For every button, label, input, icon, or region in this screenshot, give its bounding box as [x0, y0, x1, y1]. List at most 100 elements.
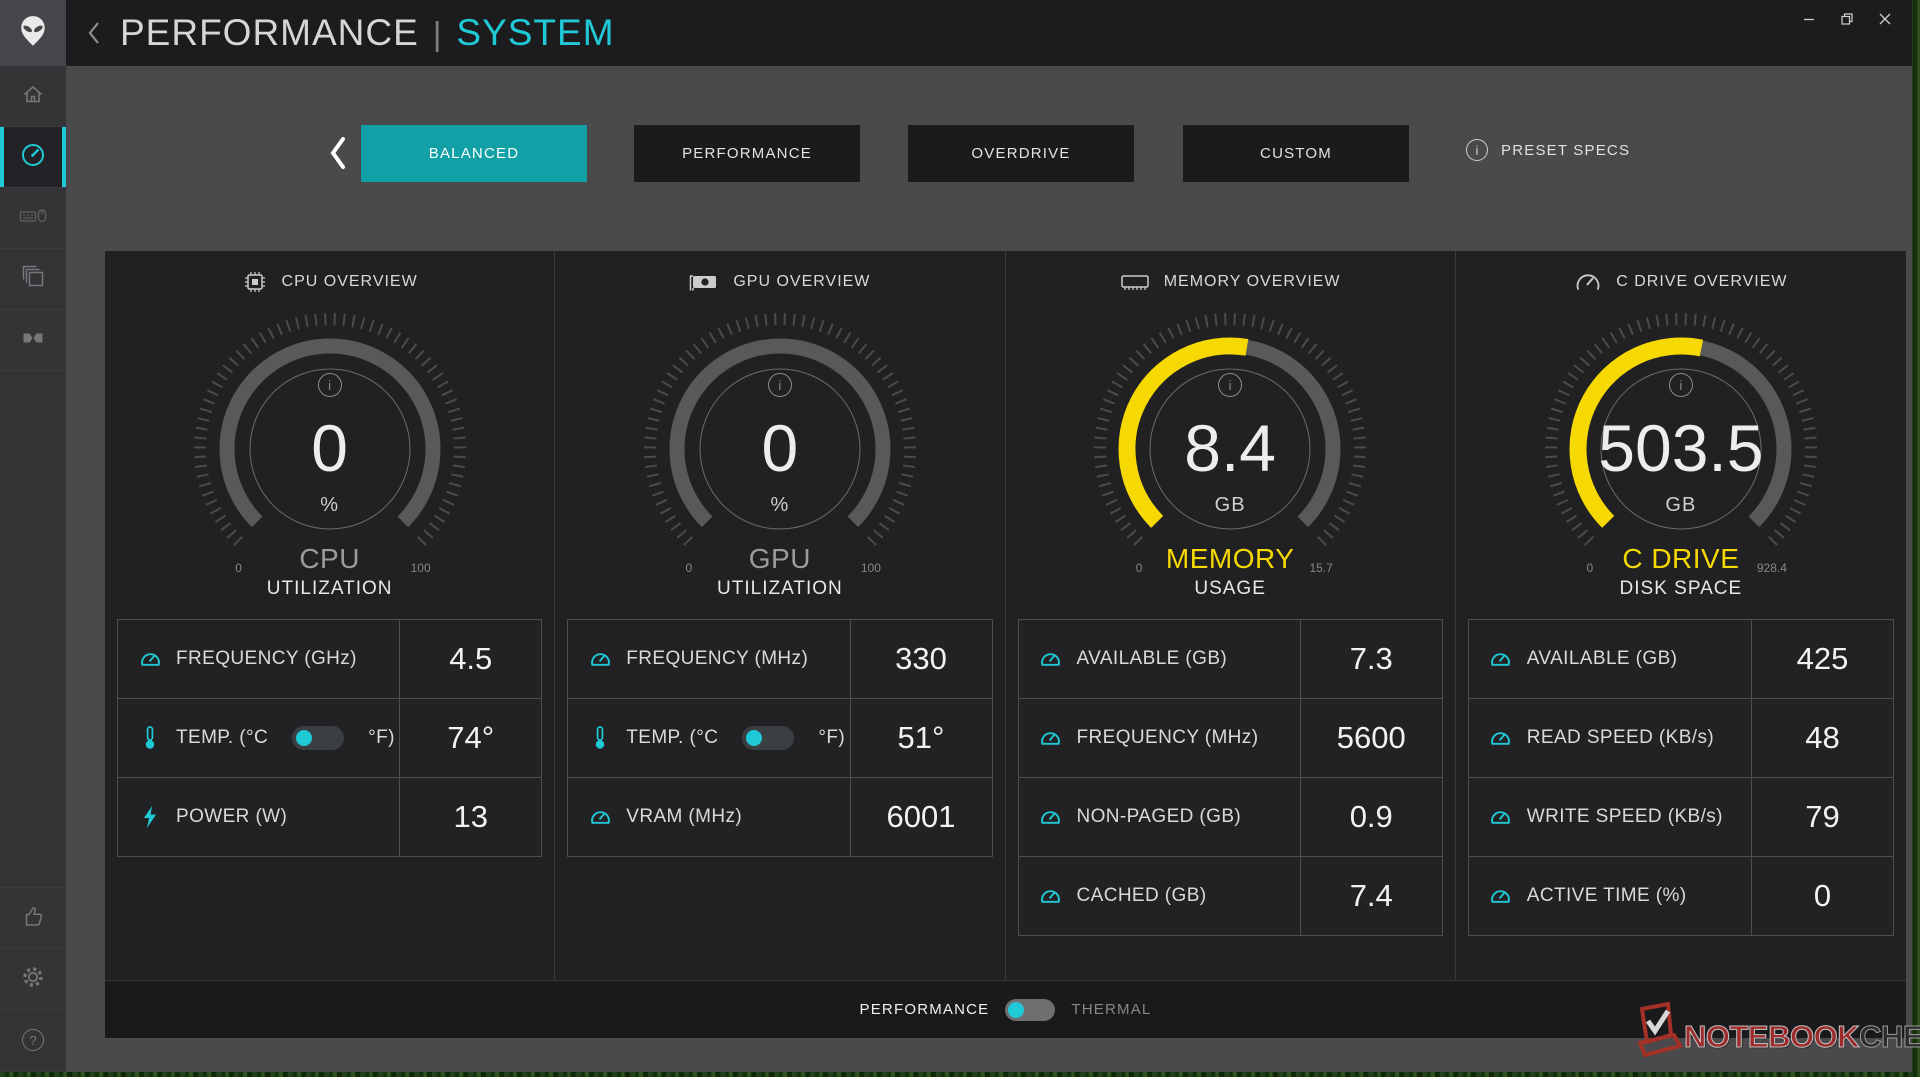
cdrive-gauge: i 503.5 GB C DRIVE DISK SPACE 0 928.4: [1541, 309, 1821, 605]
thumbs-up-icon: [21, 904, 45, 933]
performance-thermal-toggle[interactable]: [1005, 998, 1056, 1021]
drive-gauge-icon: [1574, 270, 1602, 294]
preset-button-balanced[interactable]: BALANCED: [361, 125, 587, 182]
gauge-icon: [588, 806, 612, 829]
gauge-min-label: 0: [1586, 561, 1594, 575]
row-value: 425: [1751, 619, 1894, 699]
performance-mode-label: PERFORMANCE: [859, 1001, 990, 1018]
thermometer-icon: [588, 725, 612, 751]
preset-button-overdrive[interactable]: OVERDRIVE: [908, 125, 1134, 182]
row-value: 7.3: [1299, 619, 1443, 699]
cpu-gauge: i 0 % CPU UTILIZATION 0 100: [190, 309, 470, 605]
section-title: MEMORY OVERVIEW: [1163, 273, 1341, 290]
gauge-unit: %: [770, 494, 790, 516]
row-label: AVAILABLE (GB): [1526, 648, 1678, 669]
table-row: VRAM (MHz) 6001: [567, 777, 993, 857]
sidebar-item-logo[interactable]: [0, 0, 66, 66]
minimize-button[interactable]: [1790, 0, 1828, 38]
row-value: 79: [1751, 777, 1894, 857]
cpu-overview-column: CPU OVERVIEW i 0 % CPU UTILIZATION 0 100…: [105, 251, 556, 980]
row-label-suffix: °F): [368, 727, 395, 748]
table-row: FREQUENCY (MHz) 330: [567, 619, 993, 699]
row-label: CACHED (GB): [1076, 885, 1207, 906]
row-value: 74°: [399, 698, 543, 778]
row-value: 0.9: [1299, 777, 1443, 857]
gauge-icon: [1039, 648, 1063, 671]
settings-gear-icon: [21, 965, 45, 994]
gpu-overview-header: GPU OVERVIEW: [555, 269, 1004, 295]
row-label: FREQUENCY (MHz): [1076, 727, 1259, 748]
gpu-stats-table: FREQUENCY (MHz) 330 TEMP. (°C °F) 51° VRAM (M…: [567, 619, 993, 857]
sidebar-item-alienfx[interactable]: [0, 310, 66, 371]
gpu-gauge: i 0 % GPU UTILIZATION 0 100: [640, 309, 920, 605]
table-row: FREQUENCY (MHz) 5600: [1017, 698, 1443, 778]
row-value: 330: [849, 619, 993, 699]
peripherals-icon: [19, 204, 47, 233]
cdrive-overview-column: C DRIVE OVERVIEW i 503.5 GB C DRIVE DISK…: [1456, 251, 1906, 980]
row-label: FREQUENCY (MHz): [626, 648, 809, 669]
restore-button[interactable]: [1828, 0, 1866, 38]
row-label: ACTIVE TIME (%): [1526, 885, 1687, 906]
gauge-icon: [1489, 727, 1513, 750]
row-label: FREQUENCY (GHz): [176, 648, 357, 669]
gauge-value: 0: [761, 411, 799, 485]
gauge-info-icon[interactable]: i: [1218, 373, 1243, 397]
sidebar-item-feedback[interactable]: [0, 888, 66, 949]
sidebar-item-help[interactable]: ?: [0, 1010, 66, 1071]
memory-overview-header: MEMORY OVERVIEW: [1006, 269, 1455, 295]
page-title-right: SYSTEM: [456, 12, 615, 53]
section-title: CPU OVERVIEW: [281, 273, 418, 290]
preset-back-chevron-icon[interactable]: [328, 135, 348, 176]
page-title: PERFORMANCE | SYSTEM: [120, 12, 615, 54]
gauge-icon: [588, 648, 612, 671]
preset-specs[interactable]: i PRESET SPECS: [1466, 139, 1630, 161]
sidebar-item-performance[interactable]: [0, 127, 66, 188]
sidebar-item-home[interactable]: [0, 66, 66, 127]
preset-row: BALANCED PERFORMANCE OVERDRIVE CUSTOM i …: [66, 125, 1912, 182]
gauge-max-label: 15.7: [1309, 561, 1333, 575]
sidebar-item-peripherals[interactable]: [0, 188, 66, 249]
table-row: AVAILABLE (GB) 7.3: [1017, 619, 1443, 699]
row-label-suffix: °F): [818, 727, 846, 748]
table-row: TEMP. (°C °F) 51°: [567, 698, 993, 778]
gauge-info-icon[interactable]: i: [767, 373, 792, 397]
sidebar-item-settings[interactable]: [0, 949, 66, 1010]
row-label: TEMP. (°C: [626, 727, 719, 748]
preset-button-custom[interactable]: CUSTOM: [1183, 125, 1409, 182]
gauge-label-secondary: DISK SPACE: [1619, 578, 1743, 599]
memory-gauge: i 8.4 GB MEMORY USAGE 0 15.7: [1090, 309, 1370, 605]
table-row: POWER (W) 13: [116, 777, 543, 857]
toggle-knob: [296, 730, 313, 746]
row-value: 6001: [849, 777, 993, 857]
gauge-info-icon[interactable]: i: [1668, 373, 1693, 397]
title-divider: |: [432, 15, 443, 52]
back-chevron-icon[interactable]: [86, 20, 102, 46]
overview-panel: CPU OVERVIEW i 0 % CPU UTILIZATION 0 100…: [105, 251, 1906, 1038]
preset-button-performance[interactable]: PERFORMANCE: [634, 125, 860, 182]
sidebar-item-library[interactable]: [0, 249, 66, 310]
help-icon: ?: [22, 1029, 44, 1051]
cpu-overview-header: CPU OVERVIEW: [105, 269, 554, 295]
sidebar: ?: [0, 0, 66, 1072]
titlebar: PERFORMANCE | SYSTEM: [66, 0, 1912, 66]
row-label: WRITE SPEED (KB/s): [1526, 806, 1723, 827]
temp-unit-toggle[interactable]: [742, 726, 795, 750]
row-value: 0: [1751, 856, 1894, 936]
row-value: 5600: [1299, 698, 1443, 778]
gauge-value: 503.5: [1598, 411, 1764, 485]
gauge-icon: [1039, 885, 1063, 908]
watermark-text-secondary: CHECK: [1859, 1019, 1920, 1055]
table-row: FREQUENCY (GHz) 4.5: [116, 619, 543, 699]
table-row: CACHED (GB) 7.4: [1017, 856, 1443, 936]
section-title: GPU OVERVIEW: [733, 273, 871, 290]
temp-unit-toggle[interactable]: [292, 726, 345, 750]
cpu-stats-table: FREQUENCY (GHz) 4.5 TEMP. (°C °F) 74° POWER (…: [116, 619, 543, 857]
row-label: NON-PAGED (GB): [1076, 806, 1242, 827]
close-button[interactable]: [1866, 0, 1904, 38]
thermal-mode-label: THERMAL: [1071, 1001, 1152, 1018]
table-row: NON-PAGED (GB) 0.9: [1017, 777, 1443, 857]
gauge-info-icon[interactable]: i: [317, 373, 342, 397]
table-row: ACTIVE TIME (%) 0: [1467, 856, 1894, 936]
row-label: POWER (W): [176, 806, 288, 827]
thermometer-icon: [138, 725, 162, 751]
